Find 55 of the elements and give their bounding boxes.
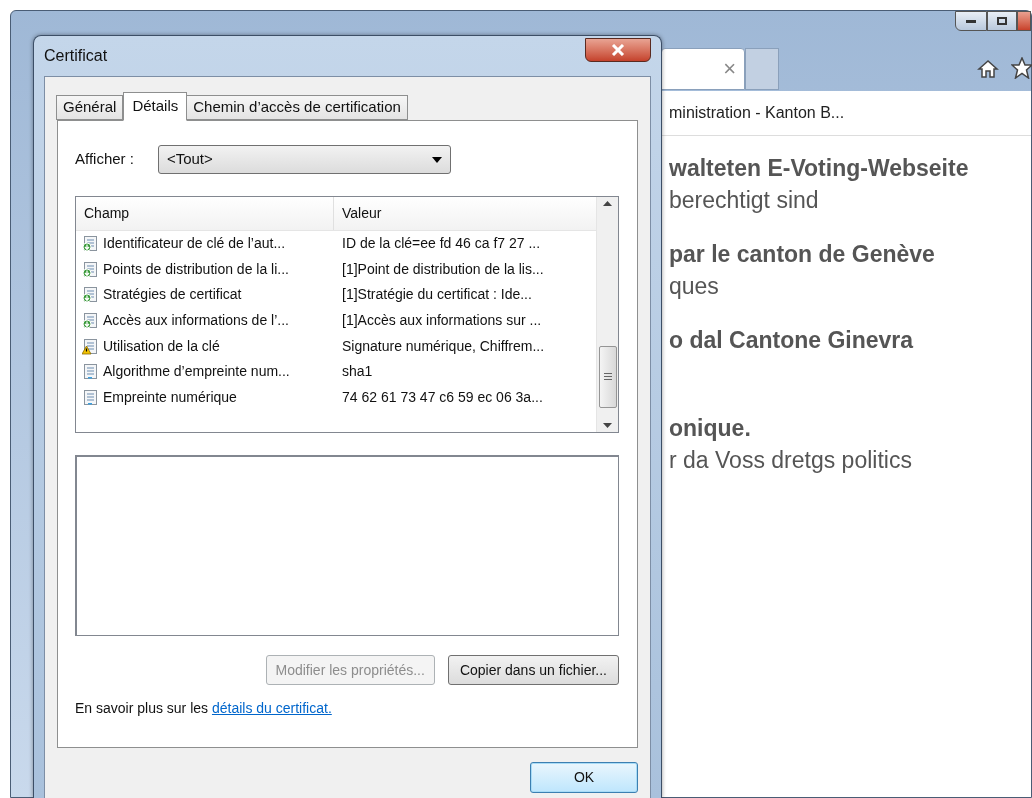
field-value: [1]Stratégie du certificat : Ide... bbox=[341, 285, 532, 305]
show-label: Afficher : bbox=[75, 149, 134, 170]
page-text: ques bbox=[669, 272, 720, 301]
certificate-extension-icon bbox=[82, 260, 99, 278]
scrollbar[interactable] bbox=[596, 197, 618, 432]
certificate-property-icon bbox=[82, 363, 99, 381]
home-icon[interactable] bbox=[977, 59, 999, 79]
close-tab-icon[interactable]: × bbox=[723, 58, 736, 80]
page-heading: walteten E-Voting-Webseite bbox=[669, 154, 970, 183]
maximize-button[interactable] bbox=[987, 11, 1017, 31]
tab[interactable]: Chemin d’accès de certification bbox=[186, 95, 408, 120]
dropdown-arrow-icon bbox=[431, 156, 442, 163]
column-header[interactable]: Champ bbox=[76, 197, 334, 230]
field-value: [1]Point de distribution de la lis... bbox=[341, 259, 544, 279]
page-text: r da Voss dretgs politics bbox=[669, 446, 913, 475]
learn-more-text: En savoir plus sur les bbox=[75, 700, 209, 716]
page-heading: par le canton de Genève bbox=[669, 240, 936, 269]
column-header[interactable]: Valeur bbox=[334, 197, 596, 230]
ok-button[interactable]: OK bbox=[530, 762, 638, 793]
field-name: Utilisation de la clé bbox=[103, 336, 220, 356]
action-button[interactable]: Copier dans un fichier... bbox=[447, 655, 619, 685]
minimize-button[interactable] bbox=[955, 11, 987, 31]
scroll-up-icon[interactable] bbox=[603, 201, 612, 206]
certificate-extension-icon bbox=[82, 286, 99, 304]
tab[interactable]: Détails bbox=[123, 92, 188, 121]
field-name: Points de distribution de la li... bbox=[103, 259, 289, 279]
value-detail-box[interactable] bbox=[75, 455, 619, 636]
scroll-down-icon[interactable] bbox=[603, 423, 612, 428]
close-icon bbox=[611, 44, 625, 56]
warning-certificate-icon bbox=[82, 337, 99, 355]
field-value: 74 62 61 73 47 c6 59 ec 06 3a... bbox=[341, 387, 543, 407]
show-dropdown[interactable]: <Tout> bbox=[157, 145, 451, 174]
page-text: berechtigt sind bbox=[669, 186, 820, 215]
field-name: Identificateur de clé de l’aut... bbox=[103, 234, 286, 254]
field-value: ID de la clé=ee fd 46 ca f7 27 ... bbox=[341, 234, 541, 254]
star-icon[interactable] bbox=[1011, 57, 1032, 79]
field-value: sha1 bbox=[341, 362, 373, 382]
field-value: Signature numérique, Chiffrem... bbox=[341, 336, 545, 356]
certificate-extension-icon bbox=[82, 312, 99, 330]
scroll-thumb[interactable] bbox=[598, 345, 617, 408]
certificate-property-icon bbox=[82, 388, 99, 406]
field-value: [1]Accès aux informations sur ... bbox=[341, 311, 542, 331]
certificate-extension-icon bbox=[82, 235, 99, 253]
dialog-title: Certificat bbox=[44, 46, 108, 66]
field-name: Accès aux informations de l’... bbox=[103, 311, 289, 331]
field-name: Algorithme d’empreinte num... bbox=[103, 362, 290, 382]
close-button[interactable] bbox=[585, 38, 651, 62]
field-name: Stratégies de certificat bbox=[103, 285, 242, 305]
page-heading: o dal Cantone Ginevra bbox=[669, 326, 915, 355]
page-tab-title: ministration - Kanton B... bbox=[669, 103, 845, 123]
page-heading: onique. bbox=[669, 414, 752, 443]
tab[interactable]: Général bbox=[56, 95, 124, 120]
certificate-details-link[interactable]: détails du certificat. bbox=[211, 700, 332, 716]
browser-tab[interactable]: × bbox=[661, 48, 745, 90]
field-name: Empreinte numérique bbox=[103, 387, 237, 407]
